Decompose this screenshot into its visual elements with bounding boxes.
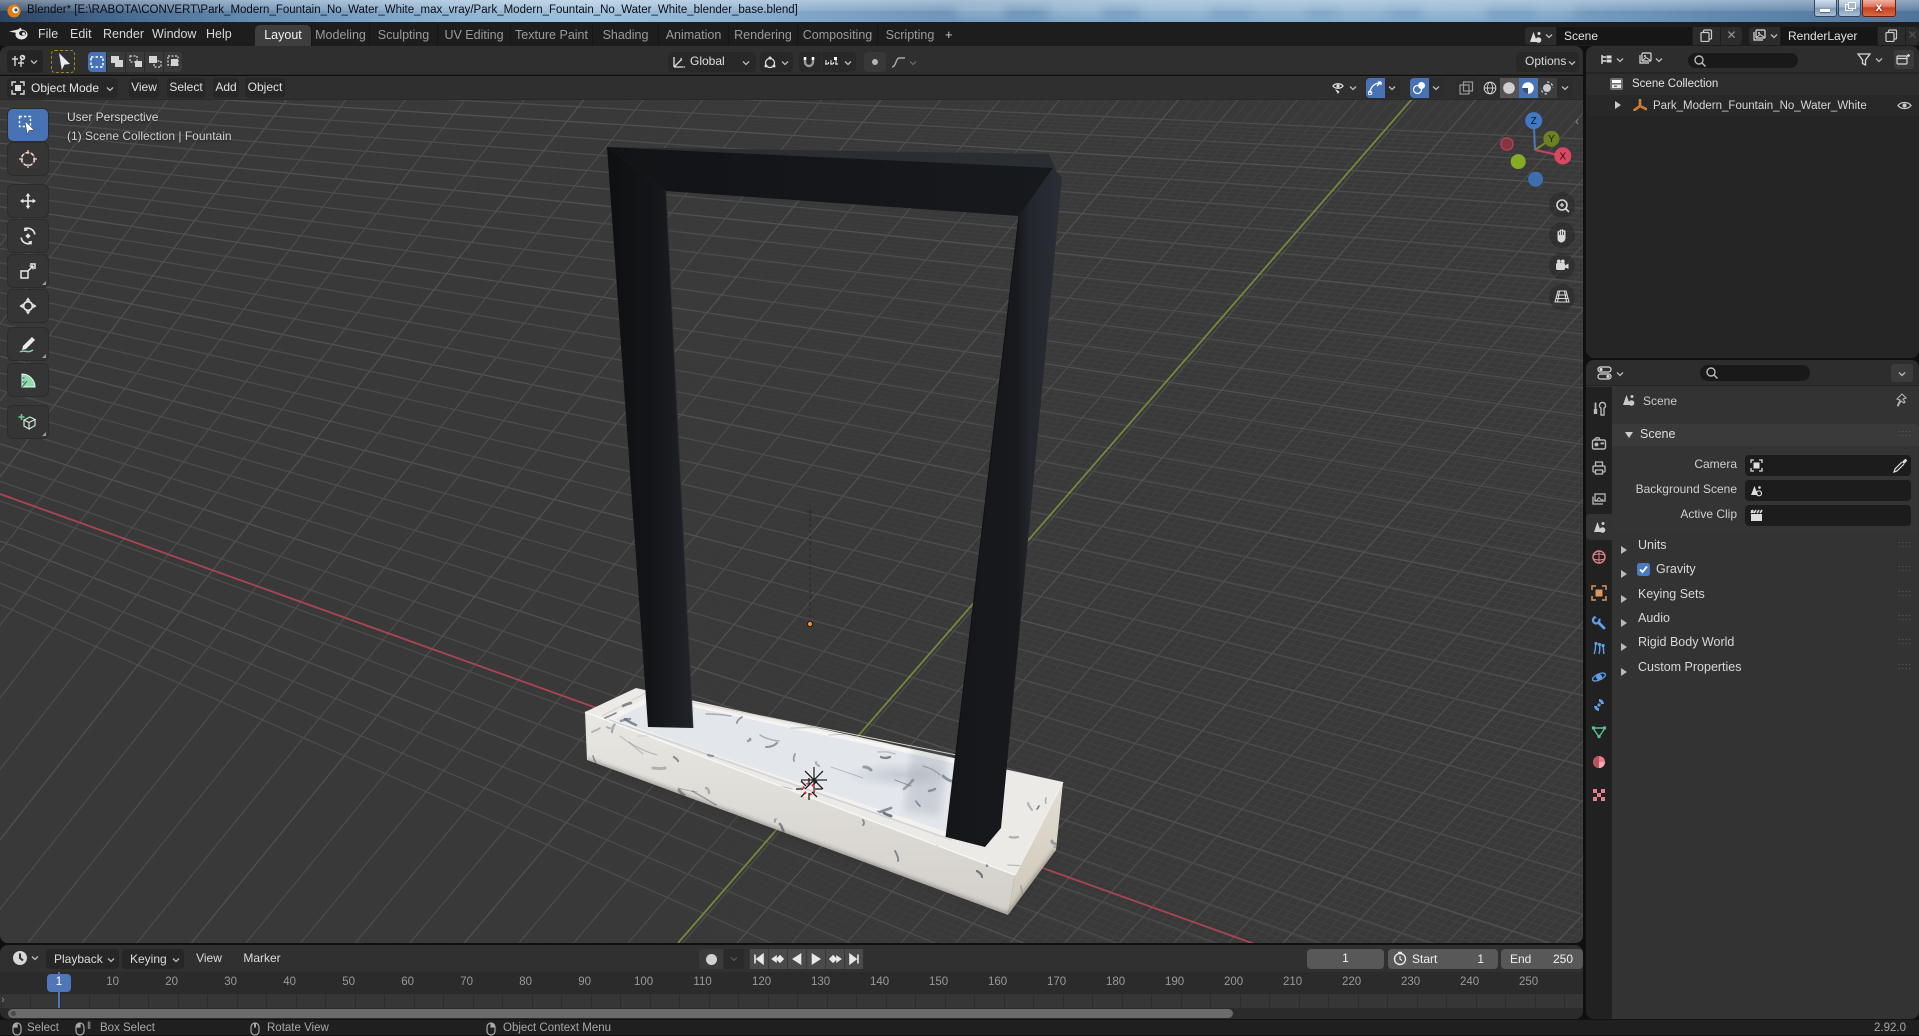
svg-text:Z: Z xyxy=(1531,116,1537,127)
svg-text:Y: Y xyxy=(1548,134,1555,145)
svg-text:‹: ‹ xyxy=(1575,114,1579,128)
svg-text:X: X xyxy=(1559,152,1566,163)
